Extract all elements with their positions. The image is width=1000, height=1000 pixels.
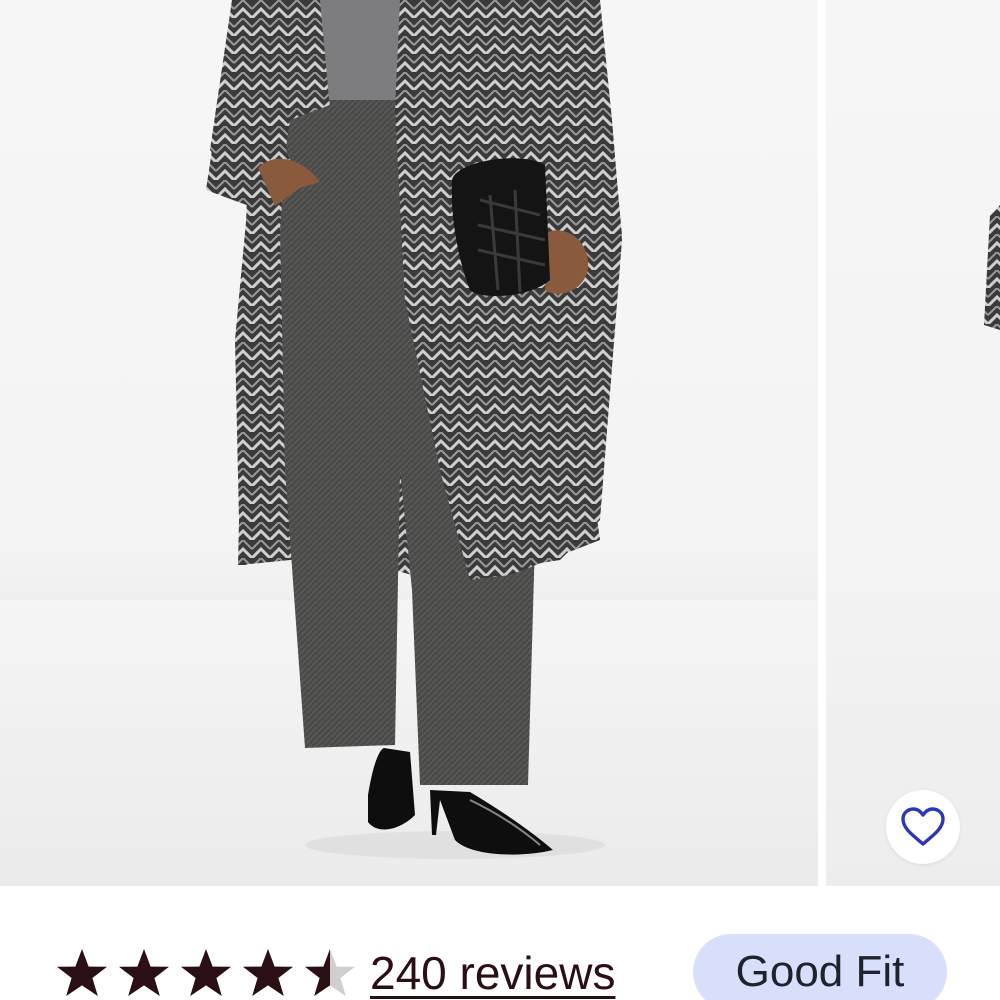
product-photo[interactable] (0, 0, 818, 886)
product-page: 240 reviews Good Fit (0, 0, 1000, 1000)
heart-outline-icon (900, 807, 946, 847)
rating-summary: 240 reviews Good Fit (0, 886, 1000, 1000)
fit-badge: Good Fit (693, 934, 947, 1000)
next-photo-preview (984, 205, 1000, 330)
product-image-carousel[interactable] (0, 0, 1000, 886)
star-full-icon (119, 949, 169, 996)
star-half-icon (305, 949, 355, 996)
star-full-icon (181, 949, 231, 996)
model-illustration (0, 0, 818, 886)
reviews-link[interactable]: 240 reviews (370, 946, 615, 1000)
star-rating (54, 947, 358, 999)
wishlist-button[interactable] (886, 790, 960, 864)
next-product-photo[interactable] (826, 0, 1000, 886)
star-full-icon (243, 949, 293, 996)
star-full-icon (57, 949, 107, 996)
